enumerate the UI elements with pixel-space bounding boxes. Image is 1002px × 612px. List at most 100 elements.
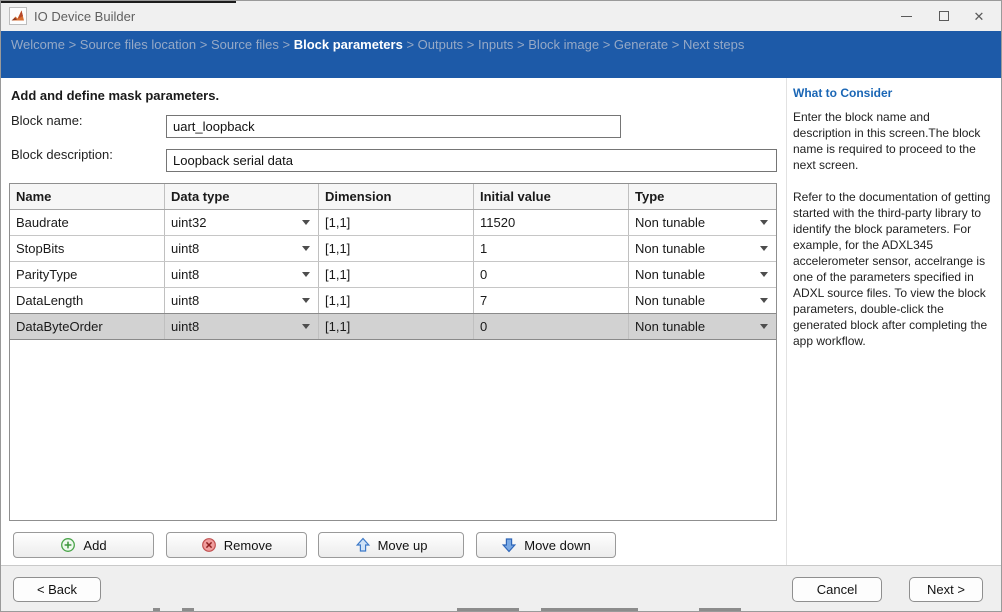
- breadcrumb-separator: >: [668, 37, 683, 52]
- cell-dimension[interactable]: [1,1]: [319, 210, 474, 235]
- chevron-down-icon[interactable]: [302, 324, 310, 329]
- move-down-button-label: Move down: [524, 538, 590, 553]
- cell-initial-value[interactable]: 0: [474, 262, 629, 287]
- minimize-button[interactable]: [890, 1, 922, 31]
- chevron-down-icon[interactable]: [760, 246, 768, 251]
- column-header-dimension: Dimension: [319, 184, 474, 209]
- breadcrumb-separator: >: [599, 37, 614, 52]
- cell-dimension[interactable]: [1,1]: [319, 236, 474, 261]
- cell-dimension[interactable]: [1,1]: [319, 314, 474, 339]
- table-row-stopbits[interactable]: StopBitsuint8[1,1]1Non tunable: [10, 236, 776, 262]
- breadcrumb-separator: >: [196, 37, 211, 52]
- cell-type[interactable]: Non tunable: [629, 314, 776, 339]
- parameters-table: NameData typeDimensionInitial valueTypeB…: [9, 183, 777, 521]
- block-description-input[interactable]: [166, 149, 777, 172]
- breadcrumb-step-welcome[interactable]: Welcome: [11, 37, 65, 52]
- table-row-paritytype[interactable]: ParityTypeuint8[1,1]0Non tunable: [10, 262, 776, 288]
- screen-artifact: [153, 608, 160, 611]
- column-header-initial-value: Initial value: [474, 184, 629, 209]
- help-panel-text: Enter the block name and description in …: [793, 109, 991, 349]
- help-paragraph-2: Refer to the documentation of getting st…: [793, 189, 991, 349]
- breadcrumb-step-block-image[interactable]: Block image: [528, 37, 599, 52]
- chevron-down-icon[interactable]: [302, 298, 310, 303]
- breadcrumb-step-block-parameters[interactable]: Block parameters: [294, 37, 403, 52]
- cell-initial-value[interactable]: 1: [474, 236, 629, 261]
- breadcrumb-step-outputs[interactable]: Outputs: [418, 37, 464, 52]
- back-button[interactable]: < Back: [13, 577, 101, 602]
- cell-data-type[interactable]: uint8: [165, 288, 319, 313]
- breadcrumb-step-inputs[interactable]: Inputs: [478, 37, 513, 52]
- cell-data-type[interactable]: uint8: [165, 262, 319, 287]
- column-header-data-type: Data type: [165, 184, 319, 209]
- block-description-label: Block description:: [11, 147, 113, 162]
- screen-artifact: [1, 1, 236, 3]
- help-paragraph-1: Enter the block name and description in …: [793, 109, 991, 173]
- next-button[interactable]: Next >: [909, 577, 983, 602]
- cancel-button[interactable]: Cancel: [792, 577, 882, 602]
- cell-type[interactable]: Non tunable: [629, 236, 776, 261]
- matlab-logo-icon: [9, 7, 27, 25]
- cell-initial-value[interactable]: 11520: [474, 210, 629, 235]
- close-button[interactable]: ✕: [963, 1, 995, 31]
- cell-name[interactable]: DataLength: [10, 288, 165, 313]
- minimize-icon: [901, 16, 912, 17]
- chevron-down-icon[interactable]: [302, 246, 310, 251]
- plus-circle-icon: [60, 537, 76, 553]
- cell-dimension[interactable]: [1,1]: [319, 288, 474, 313]
- arrow-up-icon: [355, 537, 371, 553]
- table-row-baudrate[interactable]: Baudrateuint32[1,1]11520Non tunable: [10, 210, 776, 236]
- cell-initial-value[interactable]: 7: [474, 288, 629, 313]
- chevron-down-icon[interactable]: [760, 272, 768, 277]
- remove-button-label: Remove: [224, 538, 272, 553]
- block-name-label: Block name:: [11, 113, 83, 128]
- breadcrumb-step-next-steps[interactable]: Next steps: [683, 37, 744, 52]
- add-button[interactable]: Add: [13, 532, 154, 558]
- cell-name[interactable]: StopBits: [10, 236, 165, 261]
- chevron-down-icon[interactable]: [302, 220, 310, 225]
- chevron-down-icon[interactable]: [760, 324, 768, 329]
- breadcrumb-separator: >: [279, 37, 294, 52]
- page-title: Add and define mask parameters.: [11, 88, 219, 103]
- io-device-builder-window: IO Device Builder ✕ Welcome > Source fil…: [0, 0, 1002, 612]
- breadcrumb-step-generate[interactable]: Generate: [614, 37, 668, 52]
- breadcrumb: Welcome > Source files location > Source…: [1, 31, 1001, 78]
- breadcrumb-separator: >: [463, 37, 478, 52]
- breadcrumb-step-source-files[interactable]: Source files: [211, 37, 279, 52]
- cell-dimension[interactable]: [1,1]: [319, 262, 474, 287]
- help-panel-title: What to Consider: [793, 86, 991, 100]
- chevron-down-icon[interactable]: [760, 220, 768, 225]
- chevron-down-icon[interactable]: [760, 298, 768, 303]
- cell-data-type[interactable]: uint32: [165, 210, 319, 235]
- remove-button[interactable]: Remove: [166, 532, 307, 558]
- column-header-type: Type: [629, 184, 776, 209]
- cell-type[interactable]: Non tunable: [629, 262, 776, 287]
- cell-name[interactable]: ParityType: [10, 262, 165, 287]
- cell-name[interactable]: DataByteOrder: [10, 314, 165, 339]
- breadcrumb-step-source-files-location[interactable]: Source files location: [80, 37, 196, 52]
- cell-name[interactable]: Baudrate: [10, 210, 165, 235]
- help-panel: What to Consider Enter the block name an…: [786, 78, 1002, 567]
- footer-bar: < Back Cancel Next >: [1, 565, 1001, 611]
- table-row-databyteorder[interactable]: DataByteOrderuint8[1,1]0Non tunable: [10, 313, 776, 340]
- maximize-button[interactable]: [928, 1, 960, 31]
- screen-artifact: [541, 608, 638, 611]
- screen-artifact: [457, 608, 519, 611]
- block-name-input[interactable]: [166, 115, 621, 138]
- move-down-button[interactable]: Move down: [476, 532, 616, 558]
- move-up-button-label: Move up: [378, 538, 428, 553]
- chevron-down-icon[interactable]: [302, 272, 310, 277]
- maximize-icon: [939, 11, 949, 21]
- screen-artifact: [699, 608, 741, 611]
- move-up-button[interactable]: Move up: [318, 532, 464, 558]
- column-header-name: Name: [10, 184, 165, 209]
- cell-data-type[interactable]: uint8: [165, 236, 319, 261]
- breadcrumb-separator: >: [65, 37, 80, 52]
- cross-circle-icon: [201, 537, 217, 553]
- arrow-down-icon: [501, 537, 517, 553]
- cell-initial-value[interactable]: 0: [474, 314, 629, 339]
- table-row-datalength[interactable]: DataLengthuint8[1,1]7Non tunable: [10, 288, 776, 314]
- cell-data-type[interactable]: uint8: [165, 314, 319, 339]
- close-icon: ✕: [974, 10, 985, 23]
- cell-type[interactable]: Non tunable: [629, 210, 776, 235]
- cell-type[interactable]: Non tunable: [629, 288, 776, 313]
